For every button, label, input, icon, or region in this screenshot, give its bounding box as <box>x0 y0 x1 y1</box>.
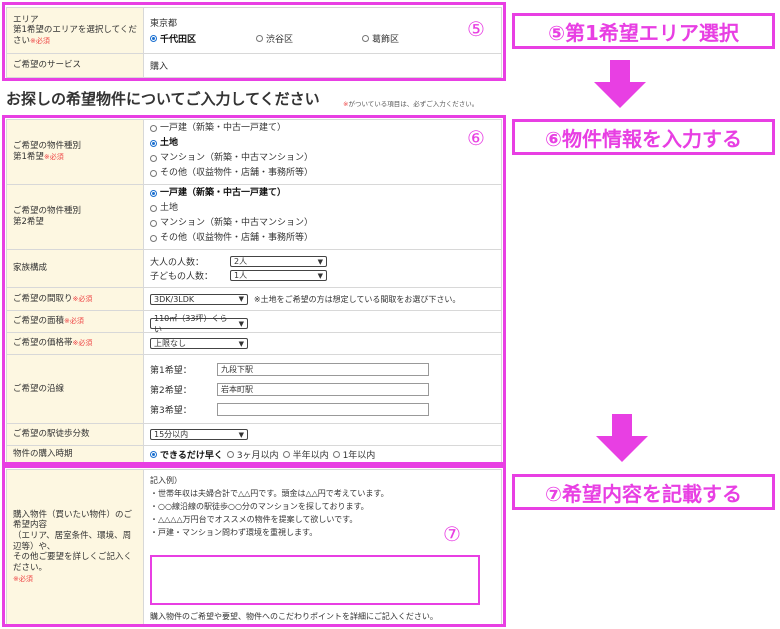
callout-area-selection: ⑤第1希望エリア選択 <box>512 13 775 49</box>
required-note-text: がついている項目は、必ずご入力ください。 <box>348 100 479 108</box>
section5-badge: ⑤ <box>467 17 485 41</box>
callout-request-details: ⑦希望内容を記載する <box>512 474 775 510</box>
arrow-down-icon <box>594 60 646 108</box>
arrow-down-icon <box>596 414 648 462</box>
section7-highlight <box>2 465 506 627</box>
section7-badge: ⑦ <box>443 522 461 546</box>
callout-property-info: ⑥物件情報を入力する <box>512 119 775 155</box>
section5-highlight <box>2 2 506 81</box>
section6-badge: ⑥ <box>467 126 485 150</box>
required-note: ※がついている項目は、必ずご入力ください。 <box>343 98 478 108</box>
page-heading: お探しの希望物件についてご入力してください <box>6 90 320 108</box>
section6-highlight <box>2 115 506 465</box>
